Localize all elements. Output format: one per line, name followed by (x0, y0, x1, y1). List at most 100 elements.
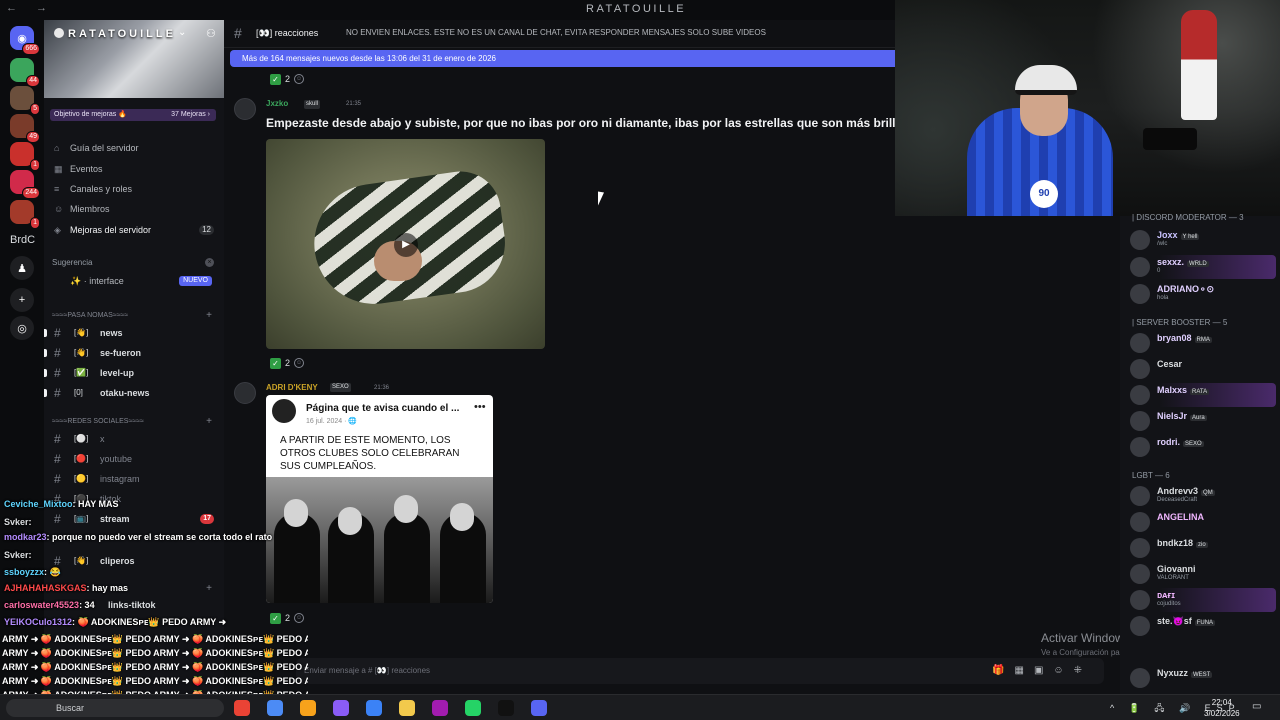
chat-username[interactable]: carloswater45523 (4, 600, 79, 610)
member-avatar (1130, 668, 1150, 688)
member-item[interactable]: ADRIANO⚬⊙ hola (1130, 282, 1276, 306)
new-badge: NUEVO (179, 276, 212, 286)
nav-arrows[interactable]: ← → (6, 2, 55, 14)
chat-message: : (28, 550, 32, 560)
composer-tools[interactable]: 🎁▦▣☺⁜ (992, 658, 1092, 684)
member-avatar (1130, 512, 1150, 532)
server-folder-label[interactable]: BrdC (10, 234, 35, 246)
server-badge: 49 (26, 131, 40, 143)
member-name: Andrevv3 QM (1157, 486, 1215, 496)
message-author[interactable]: Jxzko (266, 99, 288, 108)
server-button[interactable]: 1 (10, 200, 40, 229)
channel-level-up[interactable]: # [✅] level-up (44, 364, 218, 382)
member-item[interactable]: Joxx Y hell/wlc (1130, 228, 1276, 252)
channel-se-fueron[interactable]: # [👋] se-fueron (44, 344, 218, 362)
chat-spam-line: ARMY ➜ 🍑 ADOKINESᴘᴇ👑 PEDO ARMY ➜ 🍑 ADOKI… (2, 662, 308, 672)
chat-username[interactable]: Svker (4, 550, 29, 560)
photo-figure (384, 513, 430, 603)
chat-username[interactable]: YEIKOCulo1312 (4, 617, 72, 627)
taskbar-app-icon[interactable] (267, 700, 283, 716)
add-channel-icon[interactable]: + (206, 416, 212, 427)
member-item[interactable]: bndkz18 zio (1130, 536, 1276, 560)
member-item[interactable]: ᴅᴀғɪ cojuditos (1130, 588, 1276, 612)
taskbar-app-icon[interactable] (333, 700, 349, 716)
category-redes-sociales[interactable]: ≈≈≈≈REDES SOCIALES≈≈≈≈ + (52, 416, 212, 427)
server-button[interactable]: 44 (10, 58, 40, 87)
taskbar-app-icon[interactable] (300, 700, 316, 716)
invite-icon[interactable]: ⚇ (206, 27, 216, 40)
member-item[interactable]: Cesar (1130, 357, 1276, 381)
suggestion-item[interactable]: ✨ · interface NUEVO (52, 272, 218, 290)
taskbar-app-icon[interactable] (465, 700, 481, 716)
taskbar-app-icon[interactable] (531, 700, 547, 716)
server-button[interactable]: 5 (10, 86, 40, 115)
member-item[interactable]: rodri. SEXO (1130, 435, 1276, 459)
sidebar-item[interactable]: ≡ Canales y roles (52, 180, 218, 198)
member-item[interactable]: NielsJr Aura (1130, 409, 1276, 433)
close-icon[interactable]: × (205, 258, 214, 267)
sidebar-item[interactable]: ⌂ Guía del servidor (52, 139, 218, 157)
server-button[interactable]: 1 (10, 142, 40, 171)
channel-topic[interactable]: NO ENVIEN ENLACES. ESTE NO ES UN CANAL D… (346, 28, 766, 37)
chat-username[interactable]: AJHAHAHASKGAS (4, 583, 87, 593)
member-item[interactable]: sexxz. WRLD 0 (1130, 255, 1276, 279)
member-item[interactable]: Nyxuzz WEST (1130, 666, 1276, 690)
member-avatar (1130, 538, 1150, 558)
taskbar-app-icon[interactable] (432, 700, 448, 716)
server-banner[interactable]: RATATOUILLE ⌄ ⚇ (44, 20, 224, 98)
server-badge: 1 (30, 159, 40, 171)
channel-youtube[interactable]: # [🔴] youtube (52, 450, 218, 468)
chat-username[interactable]: Ceviche_Mixtoo (4, 499, 73, 509)
member-avatar (1130, 486, 1150, 506)
avatar-icon[interactable]: ♟ (10, 256, 34, 280)
chat-username[interactable]: Svker (4, 517, 29, 527)
channel-news[interactable]: # [👋] news (44, 324, 218, 342)
chat-username[interactable]: modkar23 (4, 532, 47, 542)
member-item[interactable]: Malxxs RATA (1130, 383, 1276, 407)
avatar[interactable] (234, 382, 256, 404)
chat-line: modkar23: porque no puedo ver el stream … (4, 532, 272, 542)
taskbar-app-icon[interactable] (399, 700, 415, 716)
server-button[interactable]: 49 (10, 114, 40, 143)
add-reaction-icon[interactable]: ☺ (294, 74, 305, 84)
member-item[interactable]: ste.😈sf FUNA (1130, 614, 1276, 638)
member-name-text: NielsJr (1157, 411, 1188, 421)
play-icon[interactable]: ▶ (394, 233, 418, 257)
taskbar-app-icon[interactable] (366, 700, 382, 716)
server-button[interactable]: ◉ 666 (10, 26, 40, 55)
message-input[interactable]: Enviar mensaje a # [👀] reacciones 🎁▦▣☺⁜ (296, 658, 1104, 684)
chat-username[interactable]: ssboyzzx (4, 567, 44, 577)
member-item[interactable]: bryan08 RMA (1130, 331, 1276, 355)
check-emoji-reaction[interactable]: ✓ (270, 357, 281, 369)
taskbar-app-icon[interactable] (498, 700, 514, 716)
member-item[interactable]: Giovanni VALORANT (1130, 562, 1276, 586)
member-item[interactable]: Andrevv3 QM DeceasedCraft (1130, 484, 1276, 508)
taskbar-app-icon[interactable] (234, 700, 250, 716)
clock[interactable]: 22:04 3/02/2026 (1204, 697, 1240, 719)
channel-otaku-news[interactable]: # [0] otaku-news (44, 384, 218, 402)
hash-icon: # (54, 366, 61, 380)
member-item[interactable]: ANGELINA (1130, 510, 1276, 534)
sidebar-item[interactable]: ▦ Eventos (52, 160, 218, 178)
discover-icon[interactable]: ◎ (10, 316, 34, 340)
sidebar-item[interactable]: ◈ Mejoras del servidor 12 (52, 221, 218, 239)
channel-x[interactable]: # [⚪] x (52, 430, 218, 448)
video-attachment[interactable]: ▶ (266, 139, 545, 349)
sidebar-item[interactable]: ☺ Miembros (52, 200, 218, 218)
server-button[interactable]: 244 (10, 170, 40, 199)
channel-instagram[interactable]: # [🟡] instagram (52, 470, 218, 488)
check-emoji-reaction[interactable]: ✓ (270, 73, 281, 85)
chevron-down-icon[interactable]: ⌄ (178, 27, 186, 38)
message-text: Empezaste desde abajo y subiste, por que… (266, 116, 896, 130)
add-server-icon[interactable]: + (10, 288, 34, 312)
message-author[interactable]: ADRI D'KENY (266, 383, 318, 392)
notification-icon[interactable]: ▭ (1252, 701, 1261, 712)
add-channel-icon[interactable]: + (206, 310, 212, 321)
boost-goal-bar[interactable]: Objetivo de mejoras 🔥 37 Mejoras › (50, 109, 216, 121)
member-name: rodri. SEXO (1157, 437, 1204, 447)
taskbar-search[interactable]: Buscar (6, 699, 224, 717)
member-name: ANGELINA (1157, 512, 1204, 522)
avatar[interactable] (234, 98, 256, 120)
add-reaction-icon[interactable]: ☺ (294, 358, 305, 368)
category-pasa-nomas[interactable]: ≈≈≈≈PASA NOMAS≈≈≈≈ + (52, 310, 212, 321)
